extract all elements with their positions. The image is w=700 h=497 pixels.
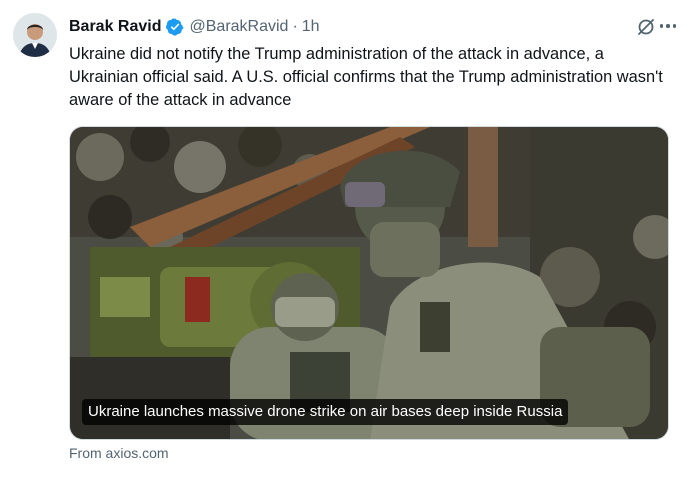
more-dot: [666, 24, 670, 28]
card-image: [70, 127, 668, 439]
card-caption: Ukraine launches massive drone strike on…: [82, 399, 569, 425]
tweet-header: Barak Ravid @BarakRavid · 1h: [69, 16, 676, 38]
timestamp[interactable]: 1h: [302, 18, 320, 36]
link-card[interactable]: Ukraine launches massive drone strike on…: [69, 126, 669, 440]
grok-icon[interactable]: [636, 17, 656, 37]
author-handle[interactable]: @BarakRavid: [190, 18, 289, 36]
avatar[interactable]: [13, 13, 57, 57]
more-icon[interactable]: [658, 16, 678, 36]
verified-badge-icon: [165, 18, 184, 36]
separator: ·: [292, 18, 298, 35]
more-dot: [672, 24, 677, 28]
card-source[interactable]: From axios.com: [69, 445, 169, 461]
tweet-text: Ukraine did not notify the Trump adminis…: [69, 45, 663, 109]
author-name[interactable]: Barak Ravid: [69, 18, 162, 36]
more-dot: [659, 24, 664, 28]
